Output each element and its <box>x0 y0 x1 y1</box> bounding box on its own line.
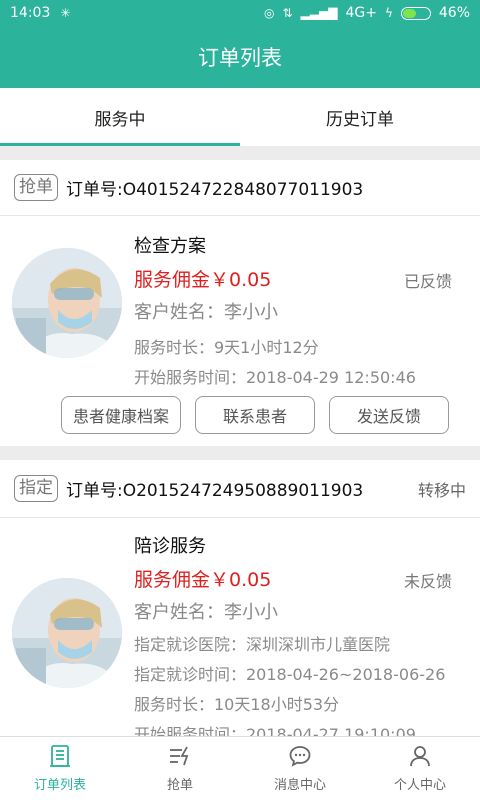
bottom-navigation: 订单列表 抢单 消息中心 个人中心 <box>0 736 480 800</box>
avatar <box>12 578 122 688</box>
order-number: 订单号:O401524722848077011903 <box>66 180 364 200</box>
nav-label: 抢单 <box>166 778 193 793</box>
page-title: 订单列表 <box>198 46 282 70</box>
order-tag: 指定 <box>14 475 58 502</box>
nav-label: 订单列表 <box>33 778 86 793</box>
service-title: 陪诊服务 <box>134 536 206 557</box>
feedback-status: 已反馈 <box>403 272 452 291</box>
service-title: 检查方案 <box>134 236 206 257</box>
tab-history-orders[interactable]: 历史订单 <box>240 88 480 146</box>
order-tag: 抢单 <box>14 174 58 201</box>
data-transfer-icon: ⇅ <box>282 6 293 20</box>
order-header[interactable]: 抢单 订单号:O401524722848077011903 <box>0 160 480 216</box>
tab-in-service[interactable]: 服务中 <box>0 88 240 146</box>
battery-percent: 46% <box>438 5 470 21</box>
status-time: 14:03 <box>10 5 51 21</box>
nav-grab-order[interactable]: 抢单 <box>120 737 240 800</box>
status-bar: 14:03 ✳ ◎ ⇅ ▂▃▅▇ 4G+ ϟ 46% <box>0 0 480 26</box>
person-icon <box>410 746 430 767</box>
send-feedback-button[interactable]: 发送反馈 <box>329 396 449 434</box>
notification-icon: ✳ <box>60 6 71 20</box>
customer-name: 客户姓名：李小小 <box>134 302 278 323</box>
contact-patient-button[interactable]: 联系患者 <box>195 396 315 434</box>
nav-personal-center[interactable]: 个人中心 <box>360 737 480 800</box>
order-number: 订单号:O201524724950889011903 <box>66 481 364 501</box>
order-header[interactable]: 指定 订单号:O201524724950889011903 转移中 <box>0 460 480 518</box>
separator <box>0 146 480 160</box>
separator <box>0 446 480 460</box>
hotspot-icon: ◎ <box>263 6 275 20</box>
health-record-button[interactable]: 患者健康档案 <box>61 396 181 434</box>
tab-bar: 服务中 历史订单 <box>0 88 480 146</box>
charging-icon: ϟ <box>384 6 393 20</box>
feedback-status: 未反馈 <box>403 572 452 591</box>
network-type: 4G+ <box>345 5 377 21</box>
service-duration: 服务时长：9天1小时12分 <box>134 338 319 357</box>
service-start-time: 开始服务时间：2018-04-29 12:50:46 <box>134 368 416 387</box>
grab-order-icon <box>170 746 189 766</box>
nav-label: 个人中心 <box>393 778 446 793</box>
nav-label: 消息中心 <box>273 778 326 793</box>
commission: 服务佣金￥0.05 <box>134 569 272 591</box>
order-list-icon <box>50 745 70 767</box>
nav-message-center[interactable]: 消息中心 <box>240 737 360 800</box>
message-icon <box>289 746 311 767</box>
app-bar: 订单列表 <box>0 26 480 88</box>
battery-icon <box>400 6 431 20</box>
order-transfer-status: 转移中 <box>417 480 466 500</box>
designated-hospital: 指定就诊医院：深圳深圳市儿童医院 <box>134 635 391 654</box>
nav-order-list[interactable]: 订单列表 <box>0 737 120 800</box>
designated-visit-time: 指定就诊时间：2018-04-26~2018-06-26 <box>134 665 446 684</box>
avatar <box>12 248 122 358</box>
service-duration: 服务时长：10天18小时53分 <box>134 695 340 714</box>
signal-icon: ▂▃▅▇ <box>300 6 338 20</box>
customer-name: 客户姓名：李小小 <box>134 602 278 623</box>
commission: 服务佣金￥0.05 <box>134 269 272 291</box>
